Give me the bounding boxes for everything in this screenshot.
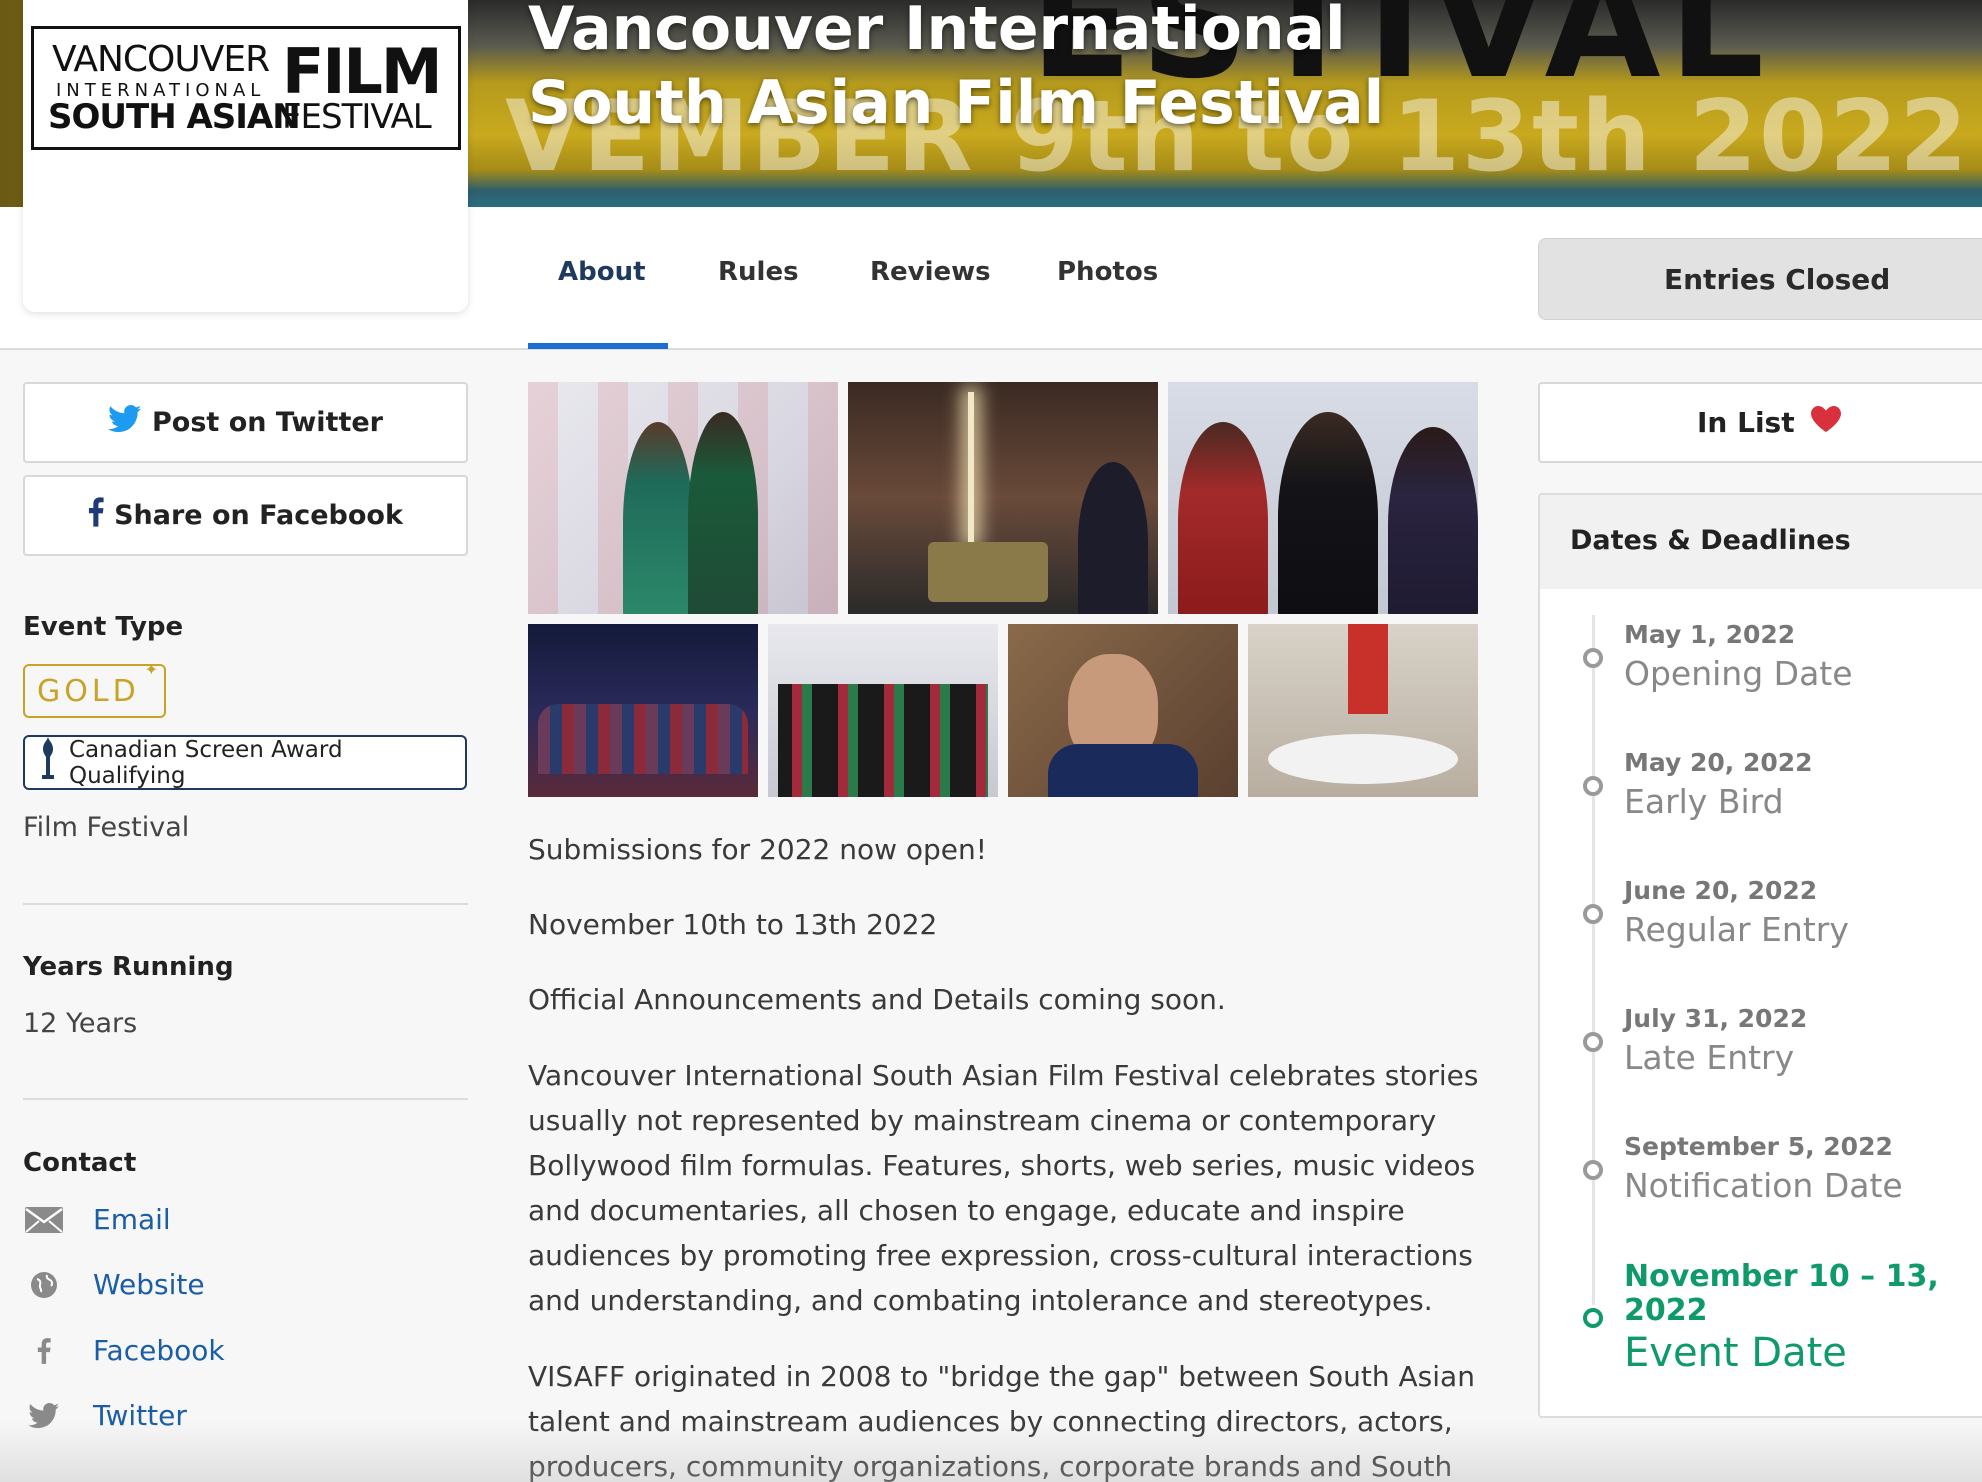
in-list-label: In List: [1697, 406, 1795, 439]
timeline-dot-icon: [1583, 1308, 1603, 1328]
deadline-date: June 20, 2022: [1624, 876, 1818, 905]
timeline-line: [1592, 615, 1595, 1305]
facebook-icon: [88, 497, 104, 534]
share-on-facebook-label: Share on Facebook: [114, 500, 403, 531]
contact-facebook-label: Facebook: [93, 1334, 225, 1367]
timeline-dot-icon: [1583, 648, 1603, 668]
deadline-label: Notification Date: [1624, 1166, 1903, 1205]
divider: [23, 903, 468, 905]
facebook-icon: [23, 1337, 65, 1364]
contact-email-link[interactable]: Email: [23, 1203, 171, 1236]
gallery-photo-4[interactable]: [528, 624, 758, 797]
award-trophy-icon: [37, 736, 59, 789]
logo-vancouver: VANCOUVER: [52, 39, 270, 80]
dates-deadlines-heading: Dates & Deadlines: [1540, 495, 1982, 589]
bottom-fade: [0, 1420, 1982, 1482]
timeline-dot-icon: [1583, 1032, 1603, 1052]
festival-title: Vancouver International South Asian Film…: [528, 0, 1385, 138]
deadline-date: May 1, 2022: [1624, 620, 1796, 649]
timeline-dot-icon: [1583, 1160, 1603, 1180]
event-type-heading: Event Type: [23, 612, 184, 642]
deadline-date: September 5, 2022: [1624, 1132, 1893, 1161]
gallery-photo-3[interactable]: [1168, 382, 1478, 614]
tab-photos[interactable]: Photos: [1057, 257, 1158, 287]
heart-icon: [1810, 406, 1841, 439]
about-paragraph: November 10th to 13th 2022: [528, 908, 938, 941]
timeline-dot-icon: [1583, 904, 1603, 924]
entries-closed-button[interactable]: Entries Closed: [1538, 238, 1982, 320]
years-running-value: 12 Years: [23, 1008, 138, 1039]
deadline-date: July 31, 2022: [1624, 1004, 1808, 1033]
csa-badge-label: Canadian Screen Award Qualifying: [69, 736, 343, 789]
tab-reviews[interactable]: Reviews: [870, 257, 991, 287]
divider: [23, 1098, 468, 1100]
years-running-heading: Years Running: [23, 952, 234, 982]
contact-website-link[interactable]: Website: [23, 1268, 205, 1301]
gallery-photo-1[interactable]: [528, 382, 838, 614]
deadline-date: November 10 – 13, 2022: [1624, 1259, 1939, 1328]
sparkle-icon: ✦: [144, 660, 162, 679]
contact-heading: Contact: [23, 1148, 137, 1178]
canadian-screen-award-badge: Canadian Screen Award Qualifying: [23, 735, 467, 790]
envelope-icon: [23, 1206, 65, 1234]
about-paragraph: Submissions for 2022 now open!: [528, 833, 988, 866]
deadline-date: May 20, 2022: [1624, 748, 1813, 777]
deadline-label: Event Date: [1624, 1330, 1847, 1376]
contact-website-label: Website: [93, 1268, 205, 1301]
event-type-value: Film Festival: [23, 812, 190, 843]
about-paragraph: Official Announcements and Details comin…: [528, 983, 1226, 1016]
gallery-photo-6[interactable]: [1008, 624, 1238, 797]
globe-icon: [23, 1270, 65, 1300]
post-on-twitter-label: Post on Twitter: [152, 407, 383, 438]
post-on-twitter-button[interactable]: Post on Twitter: [23, 382, 468, 463]
twitter-icon: [108, 405, 142, 440]
gold-badge-label: GOLD: [37, 673, 140, 709]
deadline-label: Opening Date: [1624, 654, 1853, 693]
about-paragraph: Vancouver International South Asian Film…: [528, 1059, 1479, 1317]
contact-facebook-link[interactable]: Facebook: [23, 1334, 225, 1367]
deadline-label: Late Entry: [1624, 1038, 1795, 1077]
festival-logo-card: VANCOUVER FILM INTERNATIONAL SOUTH ASIAN…: [23, 0, 468, 312]
tab-rules[interactable]: Rules: [718, 257, 799, 287]
active-tab-indicator: [528, 343, 668, 349]
share-on-facebook-button[interactable]: Share on Facebook: [23, 475, 468, 556]
timeline-dot-icon: [1583, 776, 1603, 796]
gallery-photo-5[interactable]: [768, 624, 998, 797]
contact-email-label: Email: [93, 1203, 171, 1236]
gold-badge: GOLD ✦: [23, 660, 166, 718]
festival-logo: VANCOUVER FILM INTERNATIONAL SOUTH ASIAN…: [31, 26, 461, 150]
logo-festival: FESTIVAL: [282, 97, 432, 137]
gallery-photo-7[interactable]: [1248, 624, 1478, 797]
gallery-photo-2[interactable]: [848, 382, 1158, 614]
in-list-button[interactable]: In List: [1538, 382, 1982, 463]
dates-deadlines-panel: Dates & Deadlines May 1, 2022 Opening Da…: [1538, 493, 1982, 1418]
deadline-label: Early Bird: [1624, 782, 1784, 821]
logo-south-asian: SOUTH ASIAN: [48, 97, 301, 137]
deadline-label: Regular Entry: [1624, 910, 1849, 949]
tab-about[interactable]: About: [558, 257, 646, 287]
